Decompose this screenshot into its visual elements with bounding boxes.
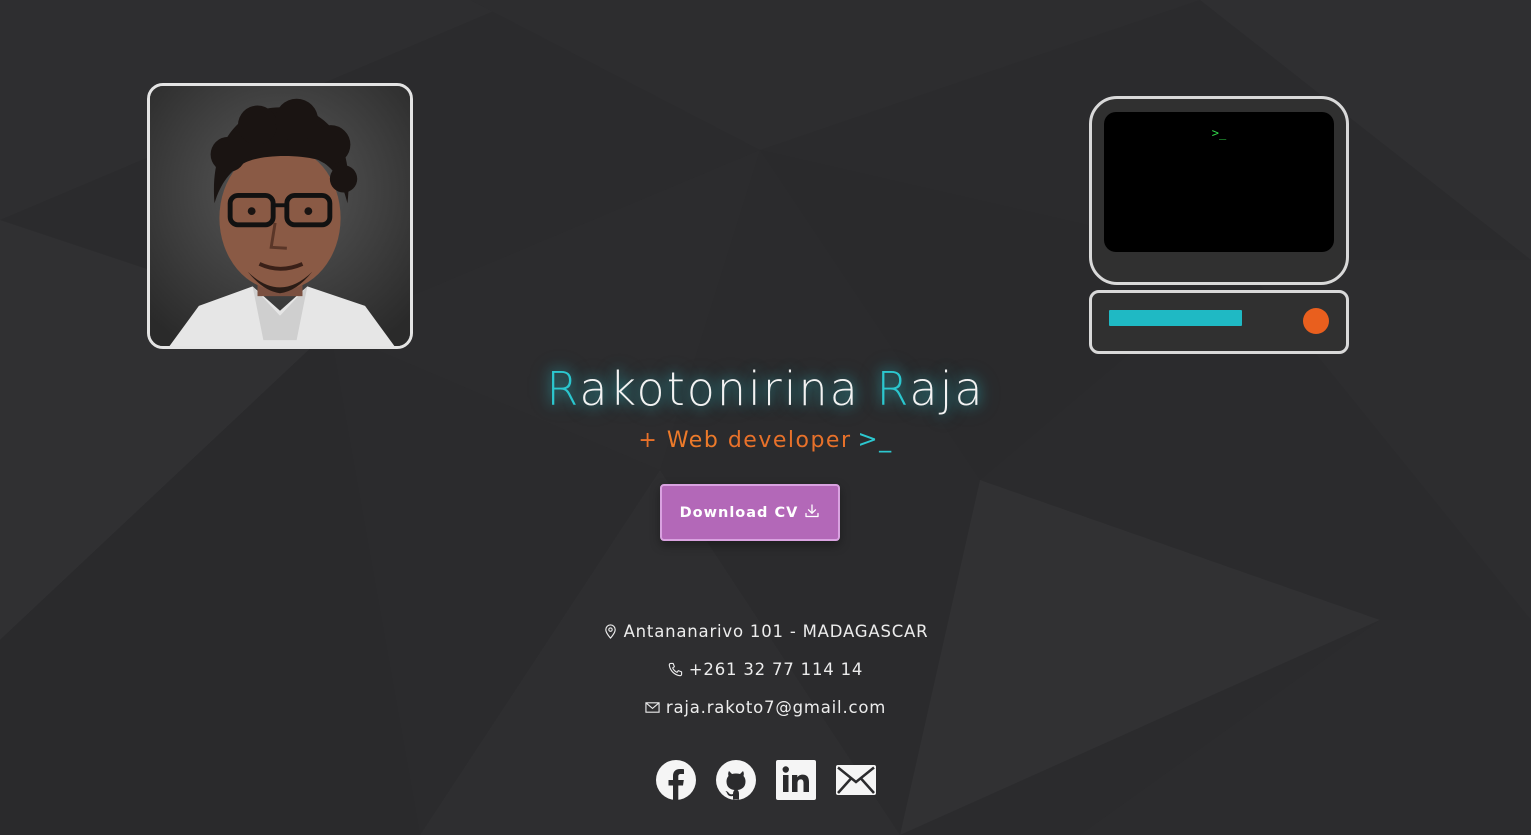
name-initial: R <box>876 362 910 416</box>
social-links <box>0 760 1531 800</box>
terminal-screen: >_ <box>1104 112 1334 252</box>
mail-icon <box>835 765 876 795</box>
envelope-icon <box>645 701 660 713</box>
facebook-link[interactable] <box>655 760 696 800</box>
email-text[interactable]: raja.rakoto7@gmail.com <box>666 698 886 717</box>
terminal-cursor: >_ <box>857 425 893 453</box>
computer-base <box>1089 290 1349 354</box>
name-part: aja <box>909 362 985 416</box>
power-light <box>1303 308 1329 334</box>
job-title: + Web developer >_ <box>0 424 1531 456</box>
github-icon <box>715 760 756 800</box>
contact-info: Antananarivo 101 - MADAGASCAR +261 32 77… <box>0 612 1531 726</box>
download-cv-button[interactable]: Download CV <box>660 484 840 541</box>
download-cv-label: Download CV <box>679 504 799 521</box>
phone-icon <box>668 662 682 676</box>
linkedin-icon <box>775 760 816 800</box>
download-icon <box>805 503 820 517</box>
email-line: raja.rakoto7@gmail.com <box>0 688 1531 726</box>
location-pin-icon <box>604 623 616 639</box>
facebook-icon <box>655 760 696 800</box>
role-prefix: + <box>638 428 659 453</box>
mail-link[interactable] <box>835 760 876 800</box>
hero-heading: Rakotonirina Raja + Web developer >_ <box>0 358 1531 456</box>
drive-slot <box>1109 310 1242 326</box>
address-text: Antananarivo 101 - MADAGASCAR <box>623 621 929 641</box>
name-part: akotonirina <box>579 362 860 416</box>
person-name: Rakotonirina Raja <box>0 358 1531 420</box>
role-rest: developer <box>727 428 852 453</box>
computer-illustration: >_ <box>1089 96 1349 354</box>
github-link[interactable] <box>715 760 756 800</box>
role-strong: Web <box>666 428 720 453</box>
name-initial: R <box>546 362 580 416</box>
address-line: Antananarivo 101 - MADAGASCAR <box>0 612 1531 650</box>
phone-text: +261 32 77 114 14 <box>688 659 864 679</box>
terminal-prompt: >_ <box>1211 126 1227 140</box>
phone-line: +261 32 77 114 14 <box>0 650 1531 688</box>
profile-photo <box>147 83 413 349</box>
linkedin-link[interactable] <box>775 760 816 800</box>
monitor: >_ <box>1089 96 1349 285</box>
